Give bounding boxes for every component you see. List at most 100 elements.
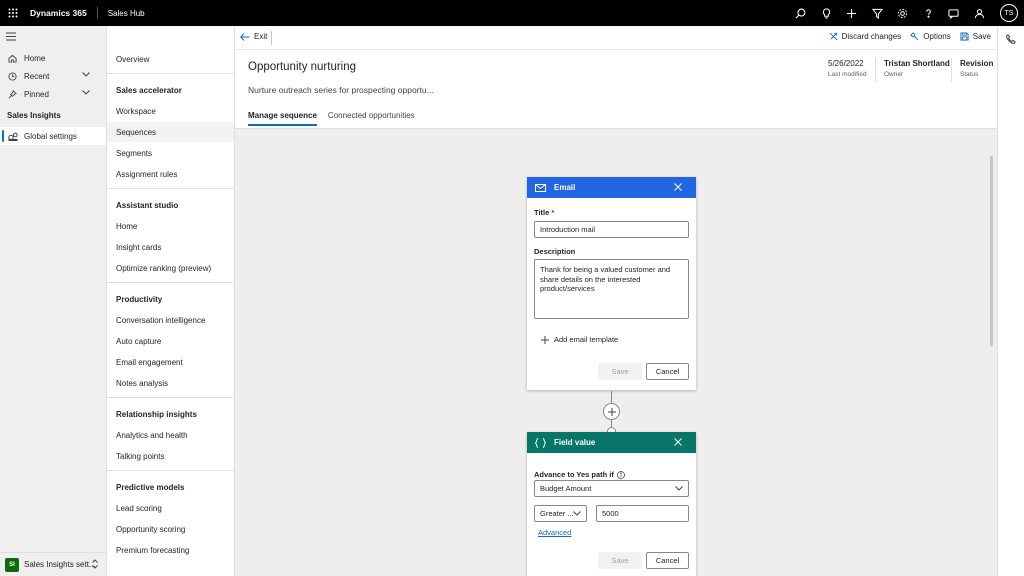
subnav-item-optimize-ranking[interactable]: Optimize ranking (preview) — [107, 258, 234, 278]
tab-list: Manage sequence Connected opportunities — [248, 111, 415, 126]
help-icon[interactable] — [916, 0, 942, 26]
subnav-item-premium-forecasting[interactable]: Premium forecasting — [107, 540, 234, 560]
close-icon[interactable] — [674, 438, 682, 446]
advanced-link[interactable]: Advanced — [538, 528, 571, 537]
subnav-item-overview[interactable]: Overview — [107, 49, 234, 69]
page-description: Nurture outreach series for prospecting … — [248, 85, 434, 95]
nav-item-recent[interactable]: Recent — [0, 67, 106, 85]
search-icon[interactable] — [788, 0, 814, 26]
subnav-item-insight-cards[interactable]: Insight cards — [107, 237, 234, 257]
title-field-label: Title * — [534, 208, 555, 217]
subnav-group-title: Sales accelerator — [116, 86, 182, 95]
chevron-down-icon[interactable] — [82, 90, 92, 95]
subnav-item-notes-analysis[interactable]: Notes analysis — [107, 373, 234, 393]
hamburger-icon[interactable] — [6, 32, 16, 41]
email-card-header: Email — [527, 177, 696, 198]
person-feedback-icon[interactable] — [967, 0, 993, 26]
area-label: Sales Insights sett... — [24, 560, 96, 569]
command-bar-actions: Discard changes Options Save — [829, 32, 991, 41]
connector-line — [611, 391, 612, 403]
settings-group-icon — [8, 132, 18, 141]
compare-value-input[interactable]: 5000 — [596, 505, 689, 522]
nav-item-label: Home — [24, 53, 46, 63]
divider — [107, 282, 234, 283]
meta-value: 5/26/2022 — [828, 59, 864, 68]
chat-icon[interactable] — [941, 0, 967, 26]
tab-manage-sequence[interactable]: Manage sequence — [248, 111, 317, 126]
subnav-item-conversation-intelligence[interactable]: Conversation intelligence — [107, 310, 234, 330]
area-switcher[interactable]: SI Sales Insights sett... — [0, 552, 106, 576]
divider — [107, 188, 234, 189]
close-icon[interactable] — [674, 183, 682, 191]
command-bar: Exit Discard changes Options Save — [235, 26, 997, 50]
avatar[interactable]: TS — [1000, 4, 1018, 22]
subnav-item-email-engagement[interactable]: Email engagement — [107, 352, 234, 372]
subnav-item-opportunity-scoring[interactable]: Opportunity scoring — [107, 519, 234, 539]
email-cancel-button[interactable]: Cancel — [646, 363, 689, 380]
designer-canvas: Email Title * Introduction mail Descript… — [235, 128, 997, 576]
operator-select-value: Greater ... — [540, 509, 574, 518]
divider — [107, 470, 234, 471]
condition-label: Advance to Yes path if — [534, 470, 625, 479]
title-input[interactable]: Introduction mail — [534, 221, 689, 238]
nav-item-global-settings[interactable]: Global settings — [0, 127, 106, 145]
options-button[interactable]: Options — [910, 32, 951, 41]
email-step-card: Email Title * Introduction mail Descript… — [527, 177, 696, 390]
subnav-item-assistant-home[interactable]: Home — [107, 216, 234, 236]
operator-select[interactable]: Greater ... — [534, 505, 587, 522]
add-template-label: Add email template — [554, 335, 619, 344]
meta-label: Last modified — [828, 71, 867, 78]
filter-icon[interactable] — [865, 0, 891, 26]
field-cancel-button[interactable]: Cancel — [646, 552, 689, 569]
settings-sub-nav: Overview Sales accelerator Workspace Seq… — [107, 26, 235, 576]
site-map-nav: Home Recent Pinned Sales Insights Global… — [0, 26, 107, 576]
add-email-template-button[interactable]: Add email template — [541, 335, 618, 344]
description-field-label: Description — [534, 247, 576, 256]
options-label: Options — [923, 32, 951, 41]
save-button[interactable]: Save — [960, 32, 991, 41]
nav-item-pinned[interactable]: Pinned — [0, 85, 106, 103]
field-value-step-card: Field value Advance to Yes path if Budge… — [527, 432, 696, 576]
lightbulb-icon[interactable] — [814, 0, 840, 26]
description-textarea[interactable]: Thank for being a valued customer and sh… — [534, 259, 689, 319]
exit-label: Exit — [254, 32, 268, 41]
right-side-pane — [997, 26, 1024, 576]
canvas-scrollbar[interactable] — [990, 156, 993, 346]
field-save-button[interactable]: Save — [598, 552, 642, 569]
meta-label: Status — [960, 71, 979, 78]
add-step-button[interactable] — [603, 403, 620, 420]
discard-icon — [829, 32, 838, 41]
mail-icon — [535, 183, 546, 192]
divider — [107, 397, 234, 398]
subnav-item-lead-scoring[interactable]: Lead scoring — [107, 498, 234, 518]
nav-section-title: Sales Insights — [7, 111, 61, 120]
nav-item-home[interactable]: Home — [0, 49, 106, 67]
clock-icon — [8, 71, 18, 81]
app-launcher-icon[interactable] — [0, 0, 26, 26]
subnav-item-talking-points[interactable]: Talking points — [107, 446, 234, 466]
subnav-item-sequences[interactable]: Sequences — [107, 122, 234, 142]
meta-value: Tristan Shortland — [884, 59, 950, 68]
app-module-name[interactable]: Sales Hub — [108, 9, 145, 18]
subnav-item-workspace[interactable]: Workspace — [107, 101, 234, 121]
app-name[interactable]: Dynamics 365 — [30, 7, 98, 19]
email-card-title: Email — [554, 183, 576, 192]
email-save-button[interactable]: Save — [598, 363, 642, 380]
divider — [875, 58, 876, 82]
subnav-item-assignment-rules[interactable]: Assignment rules — [107, 164, 234, 184]
field-select[interactable]: Budget Amount — [534, 480, 689, 497]
gear-icon[interactable] — [890, 0, 916, 26]
meta-owner: Tristan Shortland Owner — [884, 59, 950, 78]
subnav-item-auto-capture[interactable]: Auto capture — [107, 331, 234, 351]
chevron-down-icon[interactable] — [82, 72, 92, 77]
field-select-value: Budget Amount — [540, 484, 592, 493]
plus-icon[interactable] — [839, 0, 865, 26]
tab-connected-opportunities[interactable]: Connected opportunities — [328, 111, 415, 126]
subnav-item-segments[interactable]: Segments — [107, 143, 234, 163]
subnav-item-analytics-health[interactable]: Analytics and health — [107, 425, 234, 445]
exit-button[interactable]: Exit — [240, 32, 267, 41]
info-icon[interactable] — [616, 470, 625, 479]
phone-icon[interactable] — [1006, 34, 1016, 44]
discard-changes-button[interactable]: Discard changes — [829, 32, 901, 41]
area-badge: SI — [5, 557, 19, 572]
